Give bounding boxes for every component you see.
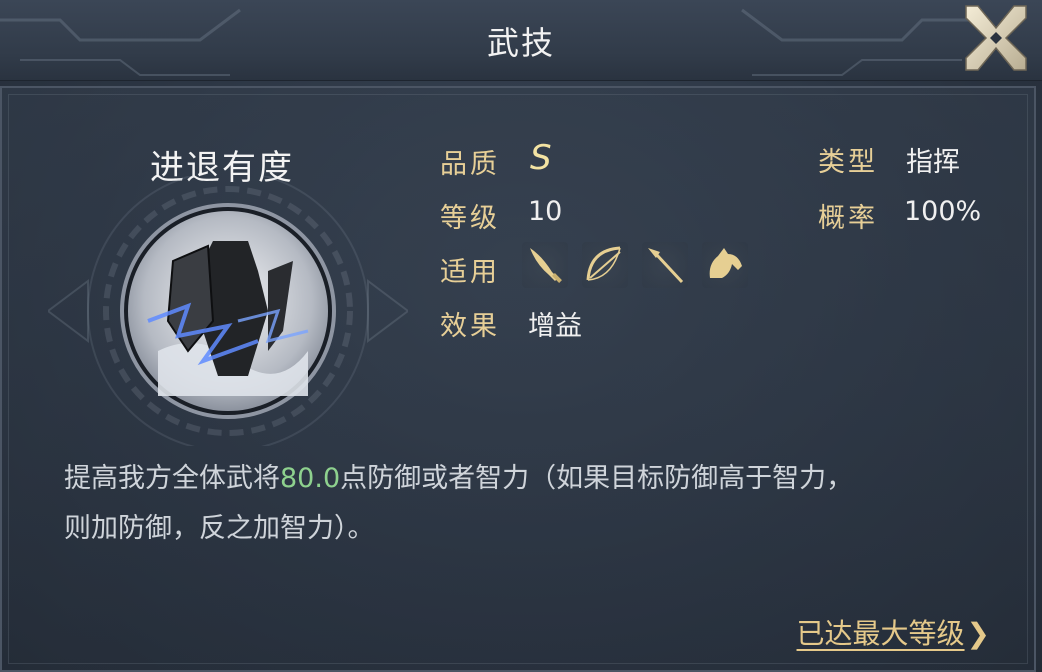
effect-label: 效果 — [440, 311, 500, 342]
skill-portrait — [48, 176, 408, 446]
description-number: 80.0 — [280, 463, 341, 494]
description-text-line2: 则加防御，反之加智力）。 — [64, 513, 375, 544]
close-button[interactable] — [960, 2, 1032, 74]
description-text-after: 点防御或者智力（如果目标防御高于智力， — [340, 463, 854, 494]
description-text-before: 提高我方全体武将 — [64, 463, 280, 494]
chance-label: 概率 — [818, 203, 878, 234]
type-value: 指挥 — [906, 147, 960, 178]
type-label: 类型 — [818, 147, 878, 178]
max-level-label: 已达最大等级 — [796, 617, 965, 650]
effect-value: 增益 — [528, 311, 582, 342]
quality-label: 品质 — [440, 149, 500, 180]
horse-icon — [702, 242, 748, 288]
sword-icon — [522, 242, 568, 288]
skill-emblem-icon — [120, 203, 336, 419]
close-icon — [965, 5, 1027, 71]
chevron-right-icon: ❯ — [966, 617, 990, 650]
level-value: 10 — [528, 196, 563, 227]
quality-value: S — [530, 138, 552, 178]
skill-description: 提高我方全体武将80.0点防御或者智力（如果目标防御高于智力， 则加防御，反之加… — [64, 454, 964, 554]
level-label: 等级 — [440, 203, 500, 234]
spear-icon — [642, 242, 688, 288]
header-bar: 武技 — [0, 0, 1042, 81]
page-title: 武技 — [486, 24, 555, 62]
bow-icon — [582, 242, 628, 288]
chance-value: 100% — [904, 196, 982, 227]
max-level-link[interactable]: 已达最大等级❯ — [797, 612, 990, 652]
applicable-label: 适用 — [440, 257, 500, 288]
